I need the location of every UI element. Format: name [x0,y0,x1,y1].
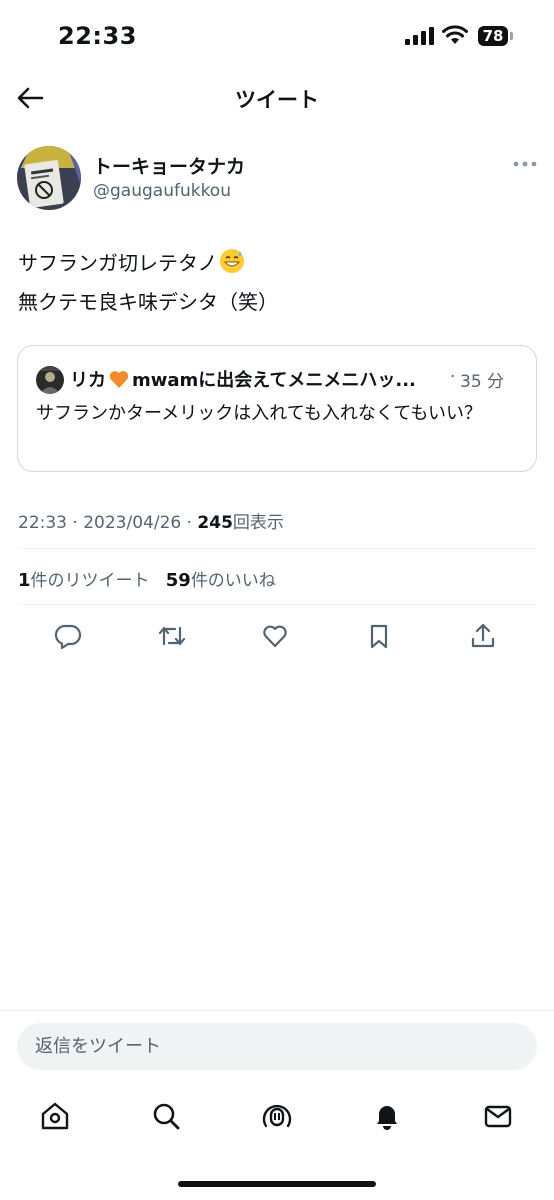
grinning-sweat-emoji [220,249,245,273]
share-icon [471,623,495,648]
author-name[interactable]: トーキョータナカ [93,152,245,179]
bookmark-button[interactable] [363,620,395,652]
tweet-date: 2023/04/26 [83,513,182,533]
tweet-stats: 1件のリツイート 59件のいいね [18,566,276,591]
spaces-icon [262,1104,292,1128]
messages-icon [484,1105,512,1128]
search-icon [153,1103,180,1130]
quoted-time: 35 分 [460,372,505,392]
tweet-meta: 22:33 · 2023/04/26 · 245回表示 [18,508,284,533]
status-time: 22:33 [58,22,137,50]
quoted-author-avatar [36,366,64,394]
share-button[interactable] [467,620,499,652]
quoted-author-name: リカ mwamに出会えてメニメニハッ... [70,370,416,391]
quoted-separator: · [450,367,456,387]
bookmark-icon [370,624,388,649]
home-icon [41,1102,69,1130]
retweet-icon [158,626,186,646]
signal-icon [405,27,434,45]
divider [18,548,537,549]
header: ツイート [0,74,554,124]
meta-separator: · [186,513,193,533]
tab-notifications[interactable] [370,1099,404,1133]
tab-spaces[interactable] [260,1099,294,1133]
tab-messages[interactable] [481,1099,515,1133]
meta-separator: · [72,513,78,533]
reply-button[interactable] [52,620,84,652]
like-button[interactable] [259,620,291,652]
notifications-icon [377,1106,397,1130]
battery-cap [510,32,513,40]
battery-icon: 78 [478,26,508,46]
tab-home[interactable] [38,1099,72,1133]
divider [18,604,537,605]
view-count-label: 回表示 [232,513,284,533]
home-indicator [178,1181,376,1187]
quoted-tweet-card[interactable]: リカ mwamに出会えてメニメニハッ... · 35 分 サフランかターメリック… [17,345,537,472]
tweet-text-line1: サフランガ切レテタノ [18,244,538,283]
tweet-text: サフランガ切レテタノ 無クテモ良キ味デシタ（笑） [18,244,538,322]
author-handle[interactable]: @gaugaufukkou [93,181,231,201]
reply-input[interactable] [17,1023,537,1070]
status-bar: 22:33 78 [0,0,554,74]
reply-divider [0,1010,554,1011]
orange-heart-emoji [109,371,129,388]
tweet-text-line2: 無クテモ良キ味デシタ（笑） [18,290,278,314]
retweet-button[interactable] [156,620,188,652]
more-options-icon[interactable] [512,154,538,174]
page-title: ツイート [235,88,319,112]
wifi-icon [442,25,468,44]
quoted-text: サフランかターメリックは入れても入れなくてもいい？ [36,403,483,424]
author-avatar[interactable] [17,146,81,210]
retweets-stat[interactable]: 1件のリツイート [18,570,150,591]
tweet-time: 22:33 [18,513,67,533]
reply-icon [54,624,82,650]
view-count[interactable]: 245 [197,513,233,533]
tab-search[interactable] [149,1099,183,1133]
like-icon [263,625,287,648]
likes-stat[interactable]: 59件のいいね [166,570,276,591]
